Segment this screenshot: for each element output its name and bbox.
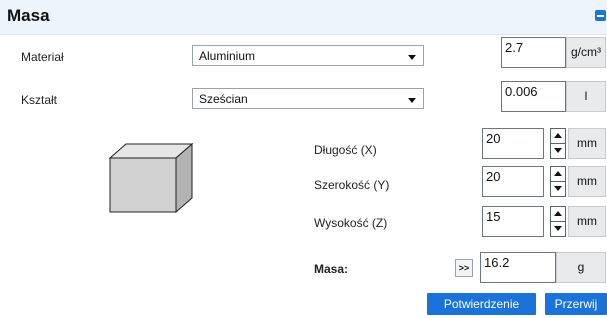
mass-unit: g: [556, 252, 606, 283]
page-title: Masa: [7, 6, 50, 25]
length-label: Długość (X): [314, 143, 377, 157]
mass-field: 16.2: [480, 252, 556, 283]
length-value: 20: [486, 131, 501, 146]
stepper-up-icon[interactable]: [551, 167, 565, 182]
material-value: Aluminium: [199, 49, 256, 63]
width-stepper[interactable]: [550, 166, 566, 197]
material-label: Materiał: [21, 50, 64, 64]
density-unit: g/cm³: [566, 37, 606, 68]
cancel-button[interactable]: Przerwij: [545, 293, 607, 315]
width-unit: mm: [568, 166, 606, 197]
length-stepper[interactable]: [550, 128, 566, 159]
save-icon[interactable]: [595, 10, 606, 21]
width-label: Szerokość (Y): [314, 178, 390, 192]
shape-select[interactable]: Sześcian: [192, 88, 424, 109]
stepper-up-icon[interactable]: [551, 207, 565, 222]
volume-unit: l: [566, 81, 606, 112]
chevron-down-icon: [408, 98, 416, 103]
volume-value: 0.006: [505, 84, 538, 99]
volume-field: 0.006: [501, 81, 566, 112]
mass-value: 16.2: [484, 255, 510, 270]
height-stepper[interactable]: [550, 206, 566, 237]
confirm-button[interactable]: Potwierdzenie: [427, 293, 536, 315]
stepper-down-icon[interactable]: [551, 222, 565, 236]
height-unit: mm: [568, 206, 606, 237]
cube-icon: [108, 142, 194, 214]
height-input[interactable]: 15: [482, 206, 544, 237]
calculate-button[interactable]: >>: [455, 259, 473, 277]
stepper-up-icon[interactable]: [551, 129, 565, 144]
density-value: 2.7: [505, 40, 524, 55]
header-bar: Masa: [0, 0, 607, 35]
density-field[interactable]: 2.7: [501, 37, 566, 68]
height-label: Wysokość (Z): [314, 216, 388, 230]
height-value: 15: [486, 209, 501, 224]
stepper-down-icon[interactable]: [551, 182, 565, 196]
length-unit: mm: [568, 128, 606, 159]
width-input[interactable]: 20: [482, 166, 544, 197]
stepper-down-icon[interactable]: [551, 144, 565, 158]
shape-value: Sześcian: [199, 92, 248, 106]
length-input[interactable]: 20: [482, 128, 544, 159]
material-select[interactable]: Aluminium: [192, 45, 424, 66]
shape-label: Kształt: [21, 93, 58, 107]
chevron-down-icon: [408, 55, 416, 60]
mass-label: Masa:: [314, 262, 349, 276]
width-value: 20: [486, 169, 501, 184]
